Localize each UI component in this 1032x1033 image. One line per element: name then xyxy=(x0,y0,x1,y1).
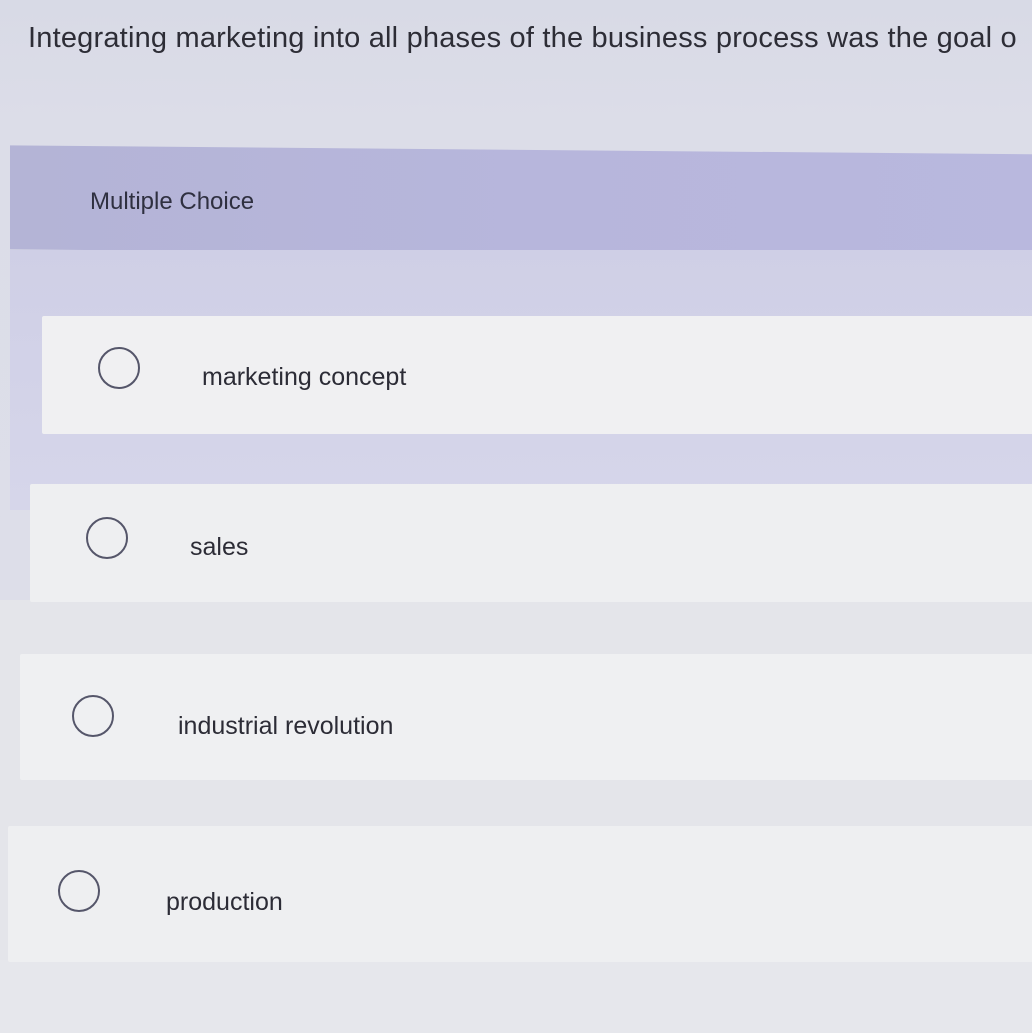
question-text: Integrating marketing into all phases of… xyxy=(28,22,1017,54)
answer-option-industrial-revolution[interactable]: industrial revolution xyxy=(20,654,1032,780)
radio-button-icon[interactable] xyxy=(98,347,140,389)
radio-button-icon[interactable] xyxy=(86,517,128,559)
answer-option-label: marketing concept xyxy=(202,363,407,391)
bottom-strip xyxy=(0,960,1032,1033)
answer-option-label: production xyxy=(166,888,283,916)
answer-option-marketing-concept[interactable]: marketing concept xyxy=(42,316,1032,434)
answer-option-label: sales xyxy=(190,533,249,561)
radio-button-icon[interactable] xyxy=(58,870,100,912)
answer-option-sales[interactable]: sales xyxy=(30,484,1032,602)
answer-option-production[interactable]: production xyxy=(8,826,1032,962)
answer-option-label: industrial revolution xyxy=(178,712,394,740)
question-type-label: Multiple Choice xyxy=(90,188,255,215)
radio-button-icon[interactable] xyxy=(72,695,114,737)
